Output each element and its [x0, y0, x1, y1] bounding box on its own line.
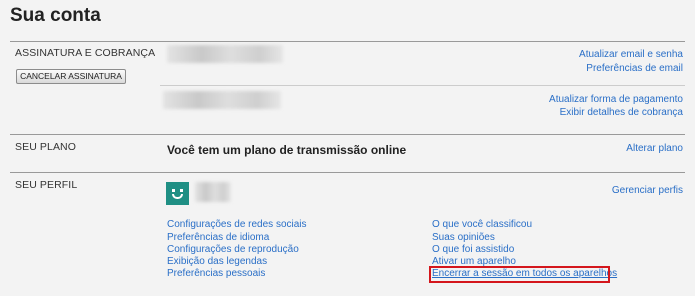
update-payment-link[interactable]: Atualizar forma de pagamento [549, 94, 683, 105]
playback-settings-link[interactable]: Configurações de reprodução [167, 244, 299, 255]
personal-preferences-link[interactable]: Preferências pessoais [167, 268, 265, 279]
update-email-password-link[interactable]: Atualizar email e senha [579, 49, 683, 60]
avatar-mouth [172, 194, 183, 199]
language-preferences-link[interactable]: Preferências de idioma [167, 232, 269, 243]
section-divider [10, 134, 685, 135]
subtitle-display-link[interactable]: Exibição das legendas [167, 256, 267, 267]
social-settings-link[interactable]: Configurações de redes sociais [167, 219, 307, 230]
page-title: Sua conta [10, 5, 101, 26]
avatar-eye [172, 189, 175, 192]
email-preferences-link[interactable]: Preferências de email [586, 63, 683, 74]
subsection-divider [160, 85, 685, 86]
your-reviews-link[interactable]: Suas opiniões [432, 232, 495, 243]
avatar-eye [180, 189, 183, 192]
redacted-profile-name [195, 182, 231, 202]
section-divider [10, 172, 685, 173]
profile-section-label: SEU PERFIL [15, 179, 78, 191]
viewing-activity-link[interactable]: O que foi assistido [432, 244, 514, 255]
plan-section-label: SEU PLANO [15, 141, 77, 153]
billing-section-label: ASSINATURA E COBRANÇA [15, 47, 156, 59]
plan-description: Você tem um plano de transmissão online [167, 143, 407, 157]
manage-profiles-link[interactable]: Gerenciar perfis [612, 185, 683, 196]
rated-titles-link[interactable]: O que você classificou [432, 219, 532, 230]
smiley-avatar-icon[interactable] [166, 182, 189, 205]
redacted-payment [163, 91, 281, 109]
change-plan-link[interactable]: Alterar plano [626, 143, 683, 154]
cancel-subscription-button[interactable]: CANCELAR ASSINATURA [16, 69, 126, 84]
section-divider [10, 41, 685, 42]
redacted-email [167, 45, 283, 63]
highlight-box [429, 266, 610, 283]
billing-details-link[interactable]: Exibir detalhes de cobrança [560, 107, 683, 118]
